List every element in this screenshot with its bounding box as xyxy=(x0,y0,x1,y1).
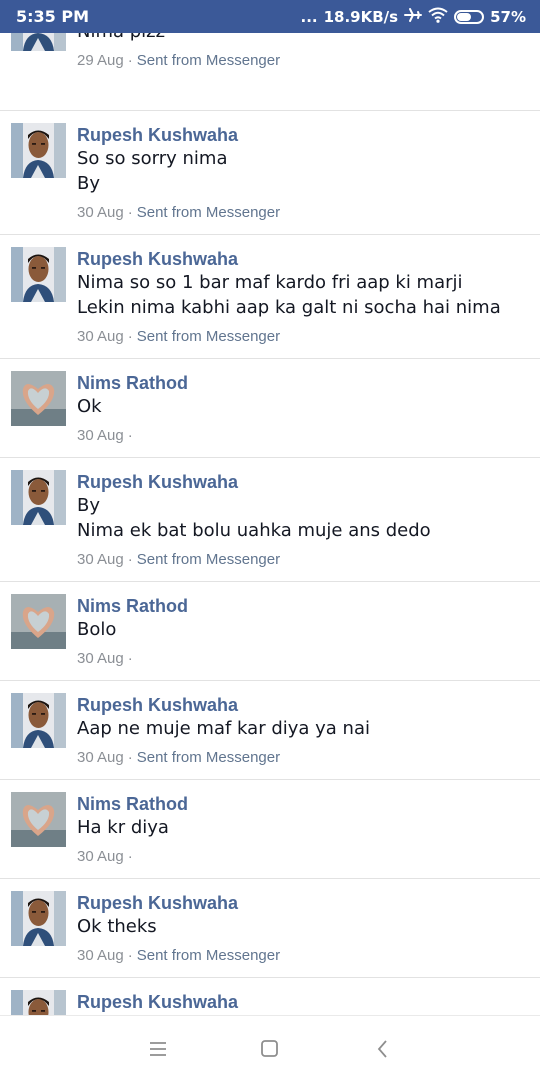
wifi-icon xyxy=(428,7,448,27)
message-text: Nima so so 1 bar maf kardo fri aap ki ma… xyxy=(77,272,463,293)
message-meta: 30 Aug · xyxy=(77,650,137,667)
message-meta: 29 Aug · Sent from Messenger xyxy=(77,52,280,69)
avatar[interactable] xyxy=(11,594,66,649)
menu-icon[interactable] xyxy=(143,1036,173,1062)
message-date[interactable]: 29 Aug xyxy=(77,52,124,69)
message-text: Aap ne muje maf kar diya ya nai xyxy=(77,718,370,739)
message-item[interactable]: Nims Rathod Bolo 30 Aug · xyxy=(0,582,540,681)
message-meta: 30 Aug · Sent from Messenger xyxy=(77,749,280,766)
sender-name[interactable]: Rupesh Kushwaha xyxy=(77,125,238,146)
message-meta: 30 Aug · xyxy=(77,848,137,865)
message-date[interactable]: 30 Aug xyxy=(77,204,124,221)
sender-name[interactable]: Rupesh Kushwaha xyxy=(77,992,238,1013)
status-indicators: ... 18.9KB/s 57% xyxy=(300,7,526,27)
navigation-bar xyxy=(0,1015,540,1080)
meta-separator: · xyxy=(127,749,133,766)
meta-separator: · xyxy=(127,328,133,345)
message-date[interactable]: 30 Aug xyxy=(77,947,124,964)
sender-name[interactable]: Rupesh Kushwaha xyxy=(77,249,238,270)
meta-separator: · xyxy=(127,650,133,667)
avatar[interactable] xyxy=(11,891,66,946)
avatar[interactable] xyxy=(11,371,66,426)
signal-dots-icon: ... xyxy=(300,7,318,26)
message-item[interactable]: Nims Rathod Ha kr diya 30 Aug · xyxy=(0,780,540,879)
battery-percent: 57% xyxy=(490,7,526,26)
message-text: By xyxy=(77,173,101,194)
message-text: Ok xyxy=(77,396,102,417)
message-item[interactable]: Nims Rathod Ok 30 Aug · xyxy=(0,359,540,458)
sender-name[interactable]: Nims Rathod xyxy=(77,794,188,815)
message-source: Sent from Messenger xyxy=(136,947,281,964)
status-time: 5:35 PM xyxy=(16,7,90,26)
message-meta: 30 Aug · Sent from Messenger xyxy=(77,947,280,964)
message-source: Sent from Messenger xyxy=(136,551,281,568)
message-text: Nima ek bat bolu uahka muje ans dedo xyxy=(77,520,431,541)
meta-separator: · xyxy=(127,52,133,69)
message-item[interactable]: Rupesh Kushwaha Nima so so 1 bar maf kard… xyxy=(0,235,540,359)
message-date[interactable]: 30 Aug xyxy=(77,650,124,667)
meta-separator: · xyxy=(127,427,133,444)
status-bar: 5:35 PM ... 18.9KB/s 57% xyxy=(0,0,540,33)
message-list[interactable]: Rupesh KushwahaNima plzź29 Aug·Sent from… xyxy=(0,0,540,1015)
message-meta: 30 Aug · Sent from Messenger xyxy=(77,204,280,221)
message-text: Lekin nima kabhi aap ka galt ni socha ha… xyxy=(77,297,501,318)
avatar[interactable] xyxy=(11,123,66,178)
sender-name[interactable]: Rupesh Kushwaha xyxy=(77,472,238,493)
message-date[interactable]: 30 Aug xyxy=(77,848,124,865)
message-date[interactable]: 30 Aug xyxy=(77,749,124,766)
message-source: Sent from Messenger xyxy=(136,749,281,766)
message-source: Sent from Messenger xyxy=(136,204,281,221)
battery-icon xyxy=(454,9,485,24)
network-speed: 18.9KB/s xyxy=(323,7,399,26)
message-item[interactable]: Rupesh Kushwaha Ok theks 30 Aug · Sent from … xyxy=(0,879,540,978)
airplane-icon xyxy=(404,7,423,27)
message-text: So so sorry nima xyxy=(77,148,228,169)
message-text: Bolo xyxy=(77,619,117,640)
message-date[interactable]: 30 Aug xyxy=(77,427,124,444)
sender-name[interactable]: Nims Rathod xyxy=(77,373,188,394)
meta-separator: · xyxy=(127,947,133,964)
avatar[interactable] xyxy=(11,470,66,525)
message-text: Ok theks xyxy=(77,916,157,937)
message-text: By xyxy=(77,495,101,516)
home-icon[interactable] xyxy=(254,1036,284,1062)
message-source: Sent from Messenger xyxy=(136,52,281,69)
avatar[interactable] xyxy=(11,247,66,302)
avatar[interactable] xyxy=(11,990,66,1015)
message-date[interactable]: 30 Aug xyxy=(77,328,124,345)
message-date[interactable]: 30 Aug xyxy=(77,551,124,568)
message-meta: 30 Aug · Sent from Messenger xyxy=(77,551,280,568)
message-meta: 30 Aug · Sent from Messenger xyxy=(77,328,280,345)
meta-separator: · xyxy=(127,204,133,221)
message-meta: 30 Aug · xyxy=(77,427,137,444)
message-source: Sent from Messenger xyxy=(136,328,281,345)
meta-separator: · xyxy=(127,848,133,865)
message-item[interactable]: Rupesh Kushwaha xyxy=(0,978,540,1015)
sender-name[interactable]: Nims Rathod xyxy=(77,596,188,617)
avatar[interactable] xyxy=(11,792,66,847)
meta-separator: · xyxy=(127,551,133,568)
message-text: Ha kr diya xyxy=(77,817,169,838)
message-item[interactable]: Rupesh Kushwaha Aap ne muje maf kar diya … xyxy=(0,681,540,780)
message-item[interactable]: Rupesh Kushwaha By Nima ek bat bolu uahka … xyxy=(0,458,540,582)
back-icon[interactable] xyxy=(368,1036,398,1062)
avatar[interactable] xyxy=(11,693,66,748)
message-item[interactable]: Rupesh Kushwaha So so sorry nima By 30 Aug ·… xyxy=(0,111,540,235)
sender-name[interactable]: Rupesh Kushwaha xyxy=(77,893,238,914)
sender-name[interactable]: Rupesh Kushwaha xyxy=(77,695,238,716)
